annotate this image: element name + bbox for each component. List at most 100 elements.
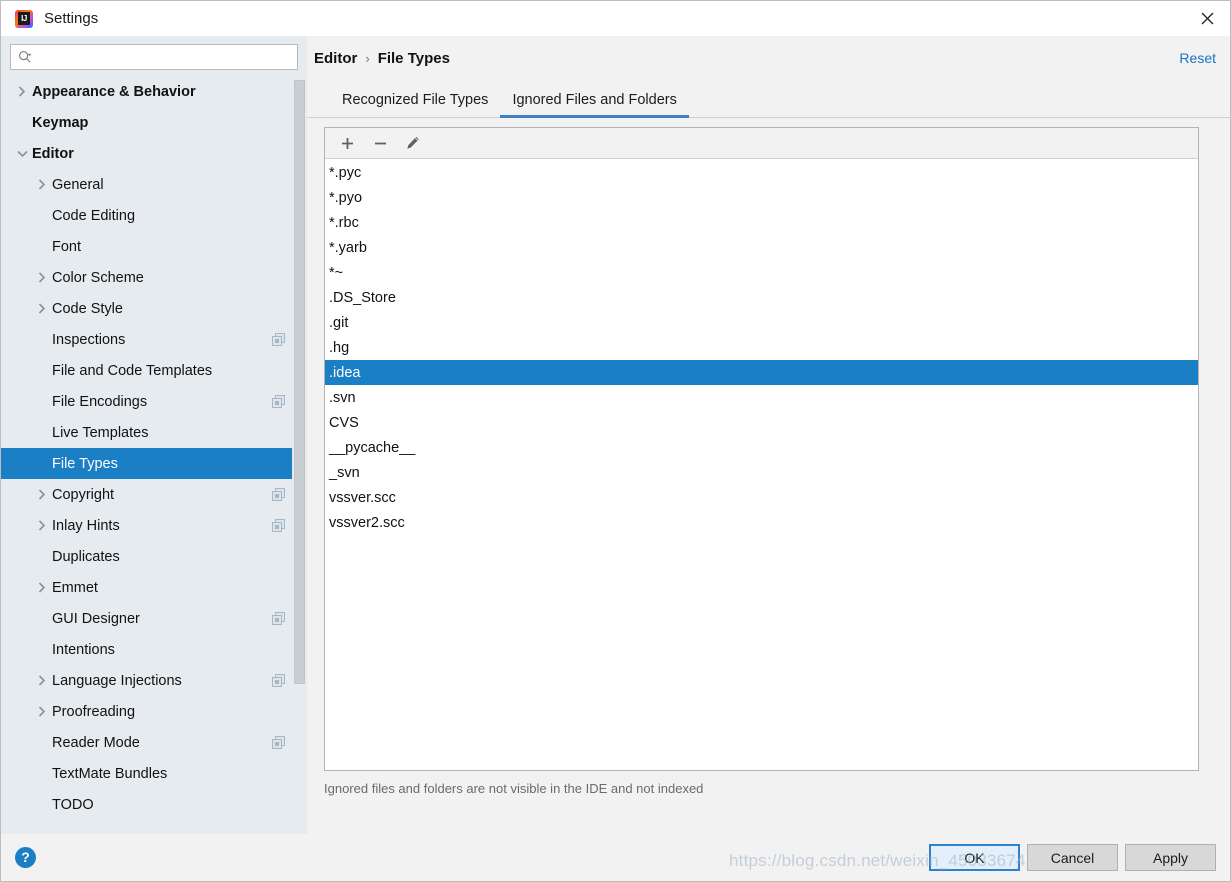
sidebar-item-label: GUI Designer	[52, 610, 140, 627]
breadcrumb-root[interactable]: Editor	[314, 50, 357, 67]
help-icon[interactable]: ?	[15, 847, 36, 868]
list-item[interactable]: *.pyo	[325, 185, 1198, 210]
panel-body: *.pyc *.pyo *.rbc *.yarb *~ .DS_Store .g…	[307, 118, 1230, 834]
search-input[interactable]	[37, 49, 297, 65]
list-item[interactable]: __pycache__	[325, 435, 1198, 460]
sidebar-item-label: Live Templates	[52, 424, 149, 441]
chevron-right-icon[interactable]	[35, 178, 49, 192]
breadcrumb: Editor › File Types	[314, 50, 450, 67]
list-item[interactable]: vssver2.scc	[325, 510, 1198, 535]
remove-button[interactable]	[367, 131, 393, 155]
ignored-entries-list[interactable]: *.pyc *.pyo *.rbc *.yarb *~ .DS_Store .g…	[325, 159, 1198, 770]
sidebar-item-copyright[interactable]: Copyright	[1, 479, 307, 510]
tab-bar: Recognized File Types Ignored Files and …	[307, 80, 1230, 118]
add-button[interactable]	[334, 131, 360, 155]
sidebar-item-label: TODO	[52, 796, 94, 813]
chevron-right-icon[interactable]	[35, 674, 49, 688]
dialog-footer: OK Cancel Apply	[307, 834, 1230, 881]
sidebar-item-label: Keymap	[32, 114, 89, 131]
list-item[interactable]: _svn	[325, 460, 1198, 485]
sidebar-scrollbar-thumb[interactable]	[294, 80, 305, 684]
sidebar-item-label: Intentions	[52, 641, 115, 658]
sidebar-item-inlay-hints[interactable]: Inlay Hints	[1, 510, 307, 541]
close-button[interactable]	[1184, 1, 1230, 36]
list-item[interactable]: vssver.scc	[325, 485, 1198, 510]
sidebar-item-label: Copyright	[52, 486, 115, 503]
sidebar-item-label: Appearance & Behavior	[32, 83, 196, 100]
sidebar-item-gui-designer[interactable]: GUI Designer	[1, 603, 307, 634]
sidebar-item-color-scheme[interactable]: Color Scheme	[1, 262, 307, 293]
sidebar-item-label: Inspections	[52, 331, 126, 348]
sidebar-item-language-injections[interactable]: Language Injections	[1, 665, 307, 696]
settings-sidebar: Appearance & Behavior Keymap Editor Gene…	[1, 36, 307, 881]
chevron-right-icon[interactable]	[35, 581, 49, 595]
list-item[interactable]: *~	[325, 260, 1198, 285]
list-item[interactable]: CVS	[325, 410, 1198, 435]
sidebar-item-emmet[interactable]: Emmet	[1, 572, 307, 603]
list-toolbar	[325, 128, 1198, 159]
sidebar-item-todo[interactable]: TODO	[1, 789, 307, 820]
sidebar-item-proofreading[interactable]: Proofreading	[1, 696, 307, 727]
minus-icon	[374, 142, 386, 144]
tab-recognized-file-types[interactable]: Recognized File Types	[330, 92, 500, 117]
tab-ignored-files-and-folders[interactable]: Ignored Files and Folders	[500, 92, 690, 118]
chevron-right-icon[interactable]	[35, 519, 49, 533]
cancel-button[interactable]: Cancel	[1027, 844, 1118, 871]
sidebar-item-file-and-code-templates[interactable]: File and Code Templates	[1, 355, 307, 386]
chevron-down-icon[interactable]	[15, 147, 29, 161]
search-box[interactable]	[10, 44, 298, 70]
settings-tree: Appearance & Behavior Keymap Editor Gene…	[1, 76, 307, 834]
project-scope-badge-icon	[272, 395, 285, 408]
sidebar-item-reader-mode[interactable]: Reader Mode	[1, 727, 307, 758]
sidebar-item-label: Duplicates	[52, 548, 120, 565]
chevron-right-icon[interactable]	[35, 271, 49, 285]
list-item[interactable]: *.yarb	[325, 235, 1198, 260]
sidebar-item-live-templates[interactable]: Live Templates	[1, 417, 307, 448]
sidebar-item-code-style[interactable]: Code Style	[1, 293, 307, 324]
ok-button[interactable]: OK	[929, 844, 1020, 871]
sidebar-item-duplicates[interactable]: Duplicates	[1, 541, 307, 572]
list-item[interactable]: .git	[325, 310, 1198, 335]
sidebar-item-general[interactable]: General	[1, 169, 307, 200]
edit-button[interactable]	[400, 131, 426, 155]
close-icon	[1201, 12, 1213, 25]
sidebar-item-label: Reader Mode	[52, 734, 140, 751]
sidebar-item-file-types[interactable]: File Types	[1, 448, 307, 479]
sidebar-item-label: Color Scheme	[52, 269, 144, 286]
sidebar-item-label: Emmet	[52, 579, 98, 596]
sidebar-item-label: General	[52, 176, 104, 193]
sidebar-item-label: File Encodings	[52, 393, 148, 410]
project-scope-badge-icon	[272, 519, 285, 532]
list-item[interactable]: .DS_Store	[325, 285, 1198, 310]
sidebar-item-code-editing[interactable]: Code Editing	[1, 200, 307, 231]
sidebar-item-file-encodings[interactable]: File Encodings	[1, 386, 307, 417]
list-item[interactable]: *.rbc	[325, 210, 1198, 235]
list-item[interactable]: .hg	[325, 335, 1198, 360]
sidebar-item-textmate-bundles[interactable]: TextMate Bundles	[1, 758, 307, 789]
plus-icon	[341, 137, 353, 149]
sidebar-item-inspections[interactable]: Inspections	[1, 324, 307, 355]
project-scope-badge-icon	[272, 674, 285, 687]
sidebar-footer: ?	[1, 834, 307, 881]
list-item-selected[interactable]: .idea	[325, 360, 1198, 385]
project-scope-badge-icon	[272, 333, 285, 346]
sidebar-item-keymap[interactable]: Keymap	[1, 107, 307, 138]
sidebar-item-font[interactable]: Font	[1, 231, 307, 262]
reset-link[interactable]: Reset	[1179, 50, 1216, 66]
chevron-right-icon[interactable]	[35, 705, 49, 719]
apply-button[interactable]: Apply	[1125, 844, 1216, 871]
chevron-right-icon[interactable]	[35, 302, 49, 316]
sidebar-item-label: File Types	[52, 455, 118, 472]
sidebar-item-label: Language Injections	[52, 672, 182, 689]
sidebar-item-intentions[interactable]: Intentions	[1, 634, 307, 665]
chevron-right-icon[interactable]	[35, 488, 49, 502]
list-item[interactable]: *.pyc	[325, 160, 1198, 185]
chevron-right-icon[interactable]	[15, 85, 29, 99]
dialog-body: Appearance & Behavior Keymap Editor Gene…	[1, 36, 1230, 881]
sidebar-item-appearance-behavior[interactable]: Appearance & Behavior	[1, 76, 307, 107]
sidebar-item-editor[interactable]: Editor	[1, 138, 307, 169]
ignored-files-listbox: *.pyc *.pyo *.rbc *.yarb *~ .DS_Store .g…	[324, 127, 1199, 771]
list-item[interactable]: .svn	[325, 385, 1198, 410]
sidebar-scrollbar[interactable]	[292, 76, 307, 834]
search-container	[1, 36, 307, 76]
